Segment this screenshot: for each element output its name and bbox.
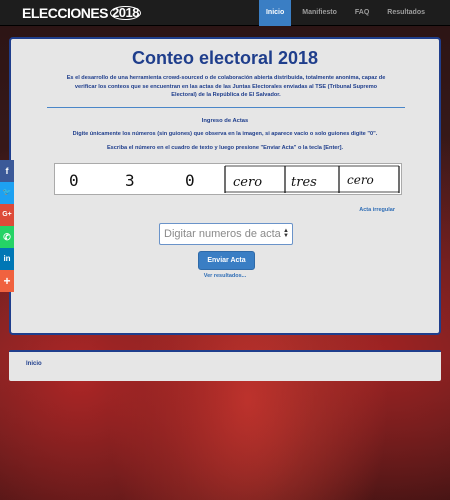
instruction-text-2: Escriba el número en el cuadro de texto …: [106, 145, 344, 151]
captcha-word-3: cero: [347, 173, 374, 187]
acta-image: 0 3 0 cero tres cero: [54, 163, 402, 195]
acta-image-drawing: 0 3 0 cero tres cero: [69, 165, 400, 193]
google-plus-icon[interactable]: G+: [0, 204, 14, 226]
brand-text: ELECCIONES: [22, 5, 109, 21]
divider: [47, 107, 405, 108]
nav-menu: Inicio Manifiesto FAQ Resultados: [255, 0, 432, 26]
section-subtitle: Ingreso de Actas: [201, 118, 249, 124]
acta-number-input[interactable]: Digitar numeros de acta ▲ ▼: [159, 223, 293, 245]
footer-panel: Inicio: [9, 350, 441, 381]
acta-number-placeholder: Digitar numeros de acta: [164, 228, 281, 240]
linkedin-icon[interactable]: in: [0, 248, 14, 270]
captcha-digit-3: 0: [185, 171, 195, 190]
social-share-bar: f 🐦 G+ ✆ in +: [0, 160, 14, 292]
intro-text: Es el desarrollo de una herramienta crow…: [66, 75, 386, 98]
brand-logo[interactable]: ELECCIONES 2018: [22, 3, 141, 23]
share-more-icon[interactable]: +: [0, 270, 14, 292]
brand-year: 2018: [110, 5, 141, 20]
view-results-link[interactable]: Ver resultados...: [11, 273, 439, 279]
irregular-acta-link[interactable]: Acta irregular: [359, 207, 395, 213]
whatsapp-icon[interactable]: ✆: [0, 226, 14, 248]
facebook-icon[interactable]: f: [0, 160, 14, 182]
instruction-text-1: Digite únicamente los números (sin guion…: [72, 131, 378, 137]
nav-item-manifiesto[interactable]: Manifiesto: [295, 0, 344, 26]
main-panel: Conteo electoral 2018 Es el desarrollo d…: [9, 37, 441, 335]
nav-item-inicio[interactable]: Inicio: [258, 0, 292, 26]
captcha-digit-2: 3: [125, 171, 135, 190]
submit-acta-button[interactable]: Enviar Acta: [198, 251, 255, 270]
stepper-arrows-icon[interactable]: ▲ ▼: [283, 228, 289, 239]
footer-home-link[interactable]: Inicio: [26, 361, 42, 367]
nav-item-resultados[interactable]: Resultados: [380, 0, 432, 26]
nav-item-faq[interactable]: FAQ: [348, 0, 376, 26]
captcha-word-2: tres: [291, 175, 317, 190]
captcha-word-1: cero: [233, 175, 262, 190]
top-navbar: ELECCIONES 2018 Inicio Manifiesto FAQ Res…: [0, 0, 450, 26]
captcha-digit-1: 0: [69, 171, 79, 190]
page-title: Conteo electoral 2018: [131, 48, 319, 68]
twitter-icon[interactable]: 🐦: [0, 182, 14, 204]
